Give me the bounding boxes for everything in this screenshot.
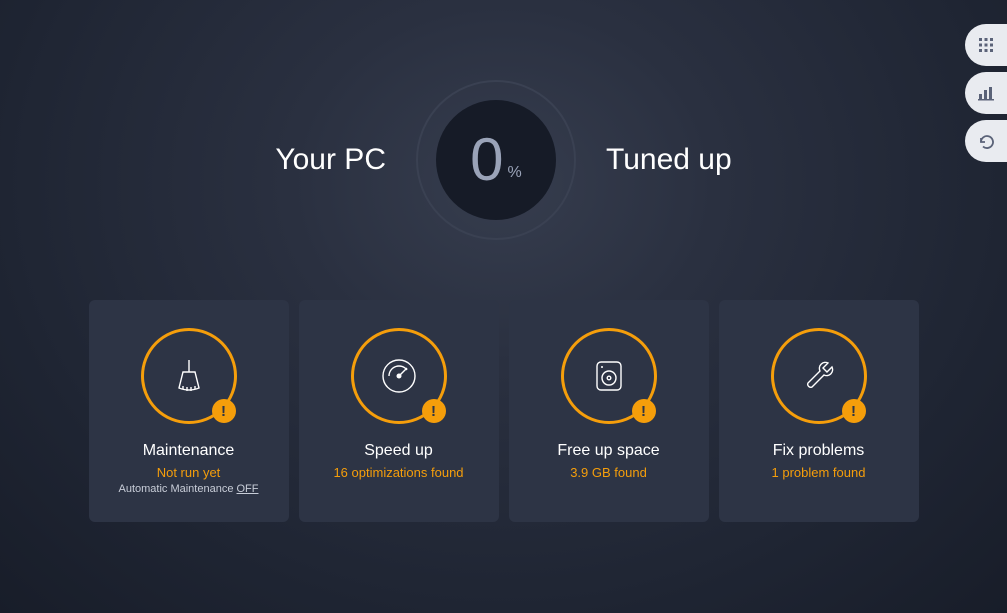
fix-problems-card[interactable]: ! Fix problems 1 problem found — [719, 300, 919, 522]
gauge-unit: % — [508, 164, 522, 182]
stats-button[interactable] — [965, 72, 1007, 114]
hero-section: Your PC 0 % Tuned up — [0, 0, 1007, 240]
wrench-icon: ! — [771, 328, 867, 424]
history-button[interactable] — [965, 120, 1007, 162]
warning-badge-icon: ! — [212, 399, 236, 423]
card-status: 1 problem found — [772, 465, 866, 480]
maintenance-card[interactable]: ! Maintenance Not run yet Automatic Main… — [89, 300, 289, 522]
apps-grid-button[interactable] — [965, 24, 1007, 66]
card-title: Speed up — [364, 442, 433, 460]
warning-badge-icon: ! — [632, 399, 656, 423]
grid-icon — [978, 37, 994, 53]
card-title: Free up space — [557, 442, 659, 460]
auto-maintenance-label: Automatic Maintenance OFF — [118, 483, 258, 495]
speedometer-icon: ! — [351, 328, 447, 424]
side-toolbar — [965, 24, 1007, 162]
tuneup-gauge: 0 % — [416, 80, 576, 240]
broom-icon: ! — [141, 328, 237, 424]
disk-icon: ! — [561, 328, 657, 424]
hero-label-right: Tuned up — [606, 143, 732, 177]
card-title: Fix problems — [773, 442, 865, 460]
card-status: 16 optimizations found — [333, 465, 463, 480]
hero-label-left: Your PC — [275, 143, 386, 177]
card-status: 3.9 GB found — [570, 465, 647, 480]
freeup-card[interactable]: ! Free up space 3.9 GB found — [509, 300, 709, 522]
cards-row: ! Maintenance Not run yet Automatic Main… — [0, 300, 1007, 522]
gauge-value: 0 — [470, 130, 503, 190]
card-status: Not run yet — [157, 465, 221, 480]
auto-maintenance-toggle[interactable]: OFF — [237, 483, 259, 495]
bar-chart-icon — [978, 85, 994, 101]
speedup-card[interactable]: ! Speed up 16 optimizations found — [299, 300, 499, 522]
undo-icon — [978, 133, 995, 150]
card-title: Maintenance — [143, 442, 235, 460]
warning-badge-icon: ! — [422, 399, 446, 423]
warning-badge-icon: ! — [842, 399, 866, 423]
